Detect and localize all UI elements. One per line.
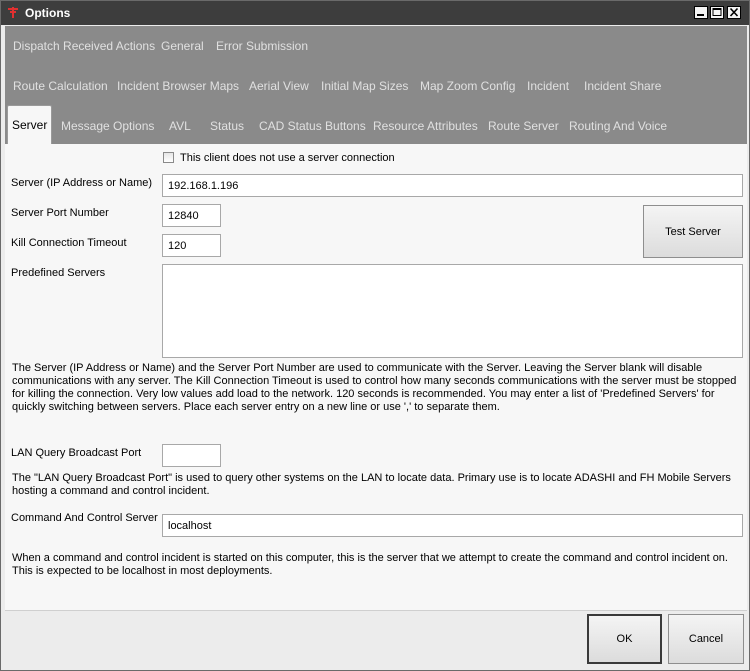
cancel-button[interactable]: Cancel [668,614,744,664]
tab-routing-and-voice[interactable]: Routing And Voice [565,107,671,145]
timeout-label: Kill Connection Timeout [11,237,127,249]
port-input[interactable] [162,204,221,227]
options-window: Options Dispatch Received Actions Genera… [0,0,750,671]
server-description: The Server (IP Address or Name) and the … [12,362,737,413]
server-input[interactable] [162,174,743,197]
tab-server[interactable]: Server [7,105,53,144]
test-server-button[interactable]: Test Server [643,205,743,258]
cc-server-label: Command And Control Server [11,512,158,524]
tab-route-calculation[interactable]: Route Calculation [9,67,112,105]
close-icon [729,7,739,17]
tab-incident[interactable]: Incident [523,67,573,105]
minimize-icon [697,14,704,16]
lan-port-label: LAN Query Broadcast Port [11,447,142,459]
tab-aerial-view[interactable]: Aerial View [245,67,313,105]
tab-initial-map-sizes[interactable]: Initial Map Sizes [317,67,412,105]
maximize-icon [712,8,722,16]
tab-avl[interactable]: AVL [165,107,195,145]
maximize-button[interactable] [710,6,724,19]
cc-description: When a command and control incident is s… [12,552,728,577]
tab-strip: Dispatch Received Actions General Error … [5,26,747,144]
close-button[interactable] [727,6,741,19]
lan-port-input[interactable] [162,444,221,467]
lan-description: The "LAN Query Broadcast Port" is used t… [12,472,731,497]
tab-dispatch-received-actions[interactable]: Dispatch Received Actions [9,27,159,65]
cc-server-input[interactable] [162,514,743,537]
dialog-footer: OK Cancel [1,611,749,670]
no-server-checkbox[interactable] [163,152,174,163]
tab-cad-status-buttons[interactable]: CAD Status Buttons [255,107,370,145]
tab-message-options[interactable]: Message Options [57,107,158,145]
server-label: Server (IP Address or Name) [11,177,153,189]
no-server-label: This client does not use a server connec… [180,152,395,164]
predefined-servers-textarea[interactable] [162,264,743,358]
predefined-servers-label: Predefined Servers [11,267,106,279]
minimize-button[interactable] [694,6,708,19]
app-icon [7,6,19,19]
window-title: Options [25,6,71,20]
tab-route-server[interactable]: Route Server [484,107,563,145]
timeout-input[interactable] [162,234,221,257]
tab-general[interactable]: General [157,27,208,65]
port-label: Server Port Number [11,207,109,219]
tab-resource-attributes[interactable]: Resource Attributes [369,107,482,145]
ok-button[interactable]: OK [587,614,662,664]
tab-incident-share[interactable]: Incident Share [580,67,665,105]
tab-incident-browser-maps[interactable]: Incident Browser Maps [113,67,243,105]
server-tab-panel: This client does not use a server connec… [5,144,747,611]
tab-map-zoom-config[interactable]: Map Zoom Config [416,67,519,105]
tab-error-submission[interactable]: Error Submission [212,27,312,65]
title-bar[interactable]: Options [1,1,749,25]
tab-status[interactable]: Status [206,107,248,145]
